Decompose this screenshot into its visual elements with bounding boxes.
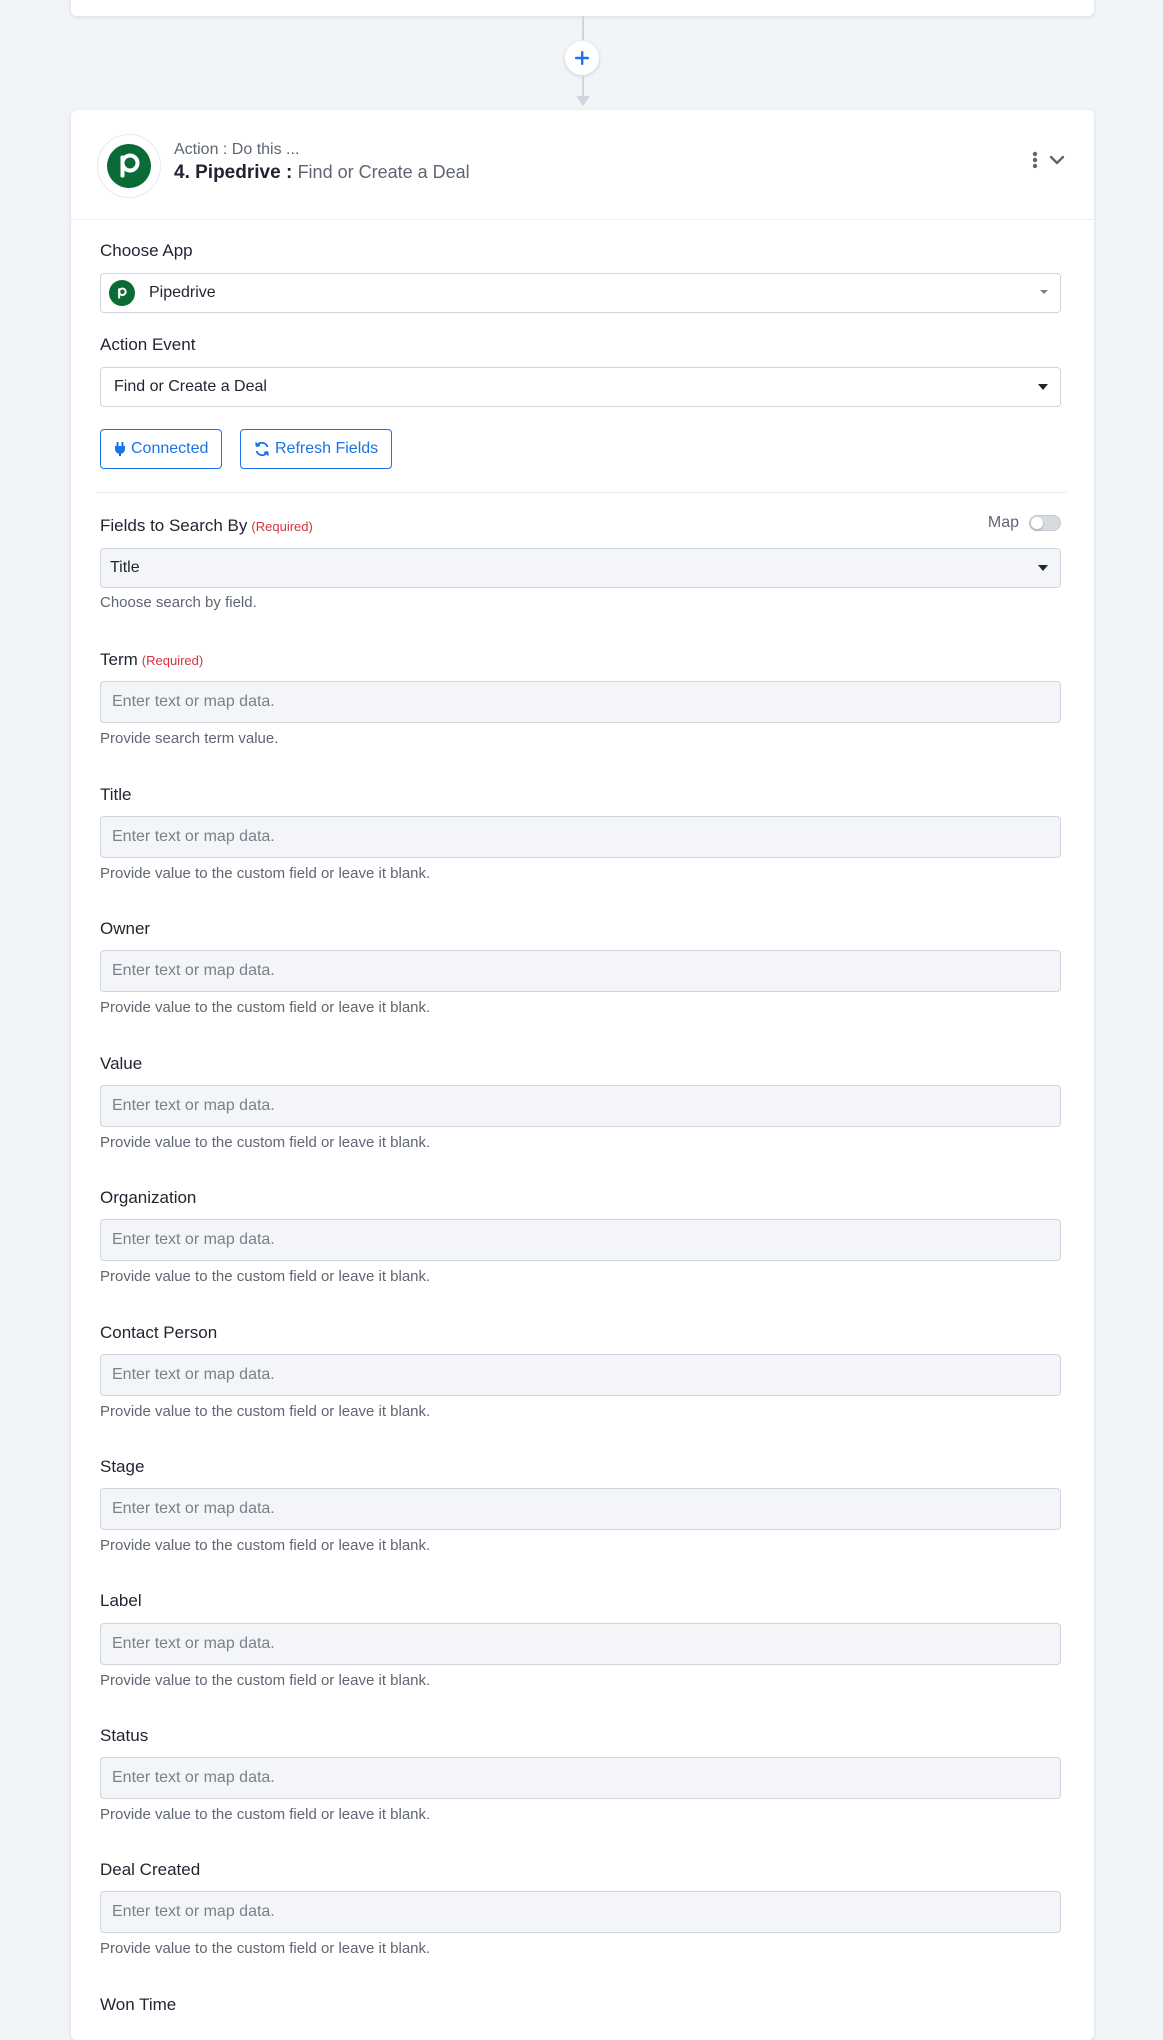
- collapse-chevron-icon[interactable]: [1048, 154, 1066, 166]
- chevron-down-icon: [1038, 565, 1048, 571]
- plus-icon: [575, 51, 589, 65]
- contact-person-input[interactable]: [100, 1354, 1061, 1396]
- section-divider: [96, 492, 1067, 493]
- step-connector-line: [582, 76, 584, 98]
- chevron-down-icon: [1038, 384, 1048, 390]
- connected-label: Connected: [131, 440, 209, 457]
- label-field-label: Label: [100, 1591, 142, 1610]
- more-options-icon[interactable]: [1032, 150, 1038, 170]
- connector-arrow-icon: [576, 96, 590, 106]
- choose-app-value: Pipedrive: [149, 284, 216, 301]
- organization-input[interactable]: [100, 1219, 1061, 1261]
- step-header[interactable]: Action : Do this ... 4. Pipedrive : Find…: [71, 110, 1094, 220]
- stage-input[interactable]: [100, 1488, 1061, 1530]
- term-label-text: Term: [100, 650, 138, 669]
- value-label: Value: [100, 1054, 143, 1073]
- pipedrive-small-icon: [109, 280, 135, 306]
- add-step-button[interactable]: [565, 41, 599, 75]
- organization-label: Organization: [100, 1188, 197, 1207]
- pipedrive-logo-icon: [97, 134, 161, 198]
- status-hint: Provide value to the custom field or lea…: [100, 1806, 431, 1823]
- status-input[interactable]: [100, 1757, 1061, 1799]
- stage-hint: Provide value to the custom field or lea…: [100, 1537, 431, 1554]
- refresh-fields-label: Refresh Fields: [275, 440, 379, 457]
- status-label: Status: [100, 1726, 149, 1745]
- connected-button[interactable]: Connected: [100, 429, 223, 469]
- refresh-fields-button[interactable]: Refresh Fields: [240, 429, 393, 469]
- plug-icon: [115, 442, 125, 456]
- search-by-select[interactable]: Title: [100, 548, 1061, 588]
- contact-person-hint: Provide value to the custom field or lea…: [100, 1403, 431, 1420]
- step-event-name: Find or Create a Deal: [297, 162, 470, 182]
- search-by-hint: Choose search by field.: [100, 594, 257, 611]
- owner-input[interactable]: [100, 950, 1061, 992]
- title-label: Title: [100, 785, 132, 804]
- chevron-down-icon: [1040, 290, 1048, 294]
- search-by-label-text: Fields to Search By: [100, 516, 248, 535]
- label-hint: Provide value to the custom field or lea…: [100, 1672, 431, 1689]
- action-event-label: Action Event: [100, 335, 196, 354]
- step-type-label: Action : Do this ...: [174, 141, 300, 158]
- title-hint: Provide value to the custom field or lea…: [100, 865, 431, 882]
- previous-step-card: [71, 0, 1094, 16]
- choose-app-label: Choose App: [100, 241, 193, 260]
- owner-hint: Provide value to the custom field or lea…: [100, 999, 431, 1016]
- value-input[interactable]: [100, 1085, 1061, 1127]
- deal-created-input[interactable]: [100, 1891, 1061, 1933]
- stage-label: Stage: [100, 1457, 145, 1476]
- value-hint: Provide value to the custom field or lea…: [100, 1134, 431, 1151]
- action-event-select[interactable]: Find or Create a Deal: [100, 367, 1061, 407]
- step-title: 4. Pipedrive : Find or Create a Deal: [174, 162, 470, 184]
- map-toggle[interactable]: [1029, 515, 1061, 531]
- search-by-value: Title: [110, 559, 140, 576]
- deal-created-hint: Provide value to the custom field or lea…: [100, 1940, 431, 1957]
- refresh-icon: [255, 441, 269, 457]
- action-event-value: Find or Create a Deal: [114, 378, 267, 395]
- won-time-label: Won Time: [100, 1995, 177, 2014]
- contact-person-label: Contact Person: [100, 1323, 218, 1342]
- deal-created-label: Deal Created: [100, 1860, 201, 1879]
- organization-hint: Provide value to the custom field or lea…: [100, 1268, 431, 1285]
- map-toggle-group: Map: [988, 514, 1061, 532]
- step-connector-line: [582, 16, 584, 40]
- title-input[interactable]: [100, 816, 1061, 858]
- step-number-app: 4. Pipedrive :: [174, 162, 293, 183]
- map-label: Map: [987, 514, 1019, 531]
- required-badge: (Required): [141, 653, 204, 668]
- required-badge: (Required): [251, 519, 313, 534]
- term-hint: Provide search term value.: [100, 730, 279, 747]
- term-label: Term (Required): [100, 650, 203, 670]
- action-step-card: Action : Do this ... 4. Pipedrive : Find…: [71, 110, 1094, 2040]
- search-by-label: Fields to Search By (Required): [100, 516, 313, 536]
- choose-app-select[interactable]: Pipedrive: [100, 273, 1061, 313]
- label-input[interactable]: [100, 1623, 1061, 1665]
- owner-label: Owner: [100, 919, 151, 938]
- term-input[interactable]: [100, 681, 1061, 723]
